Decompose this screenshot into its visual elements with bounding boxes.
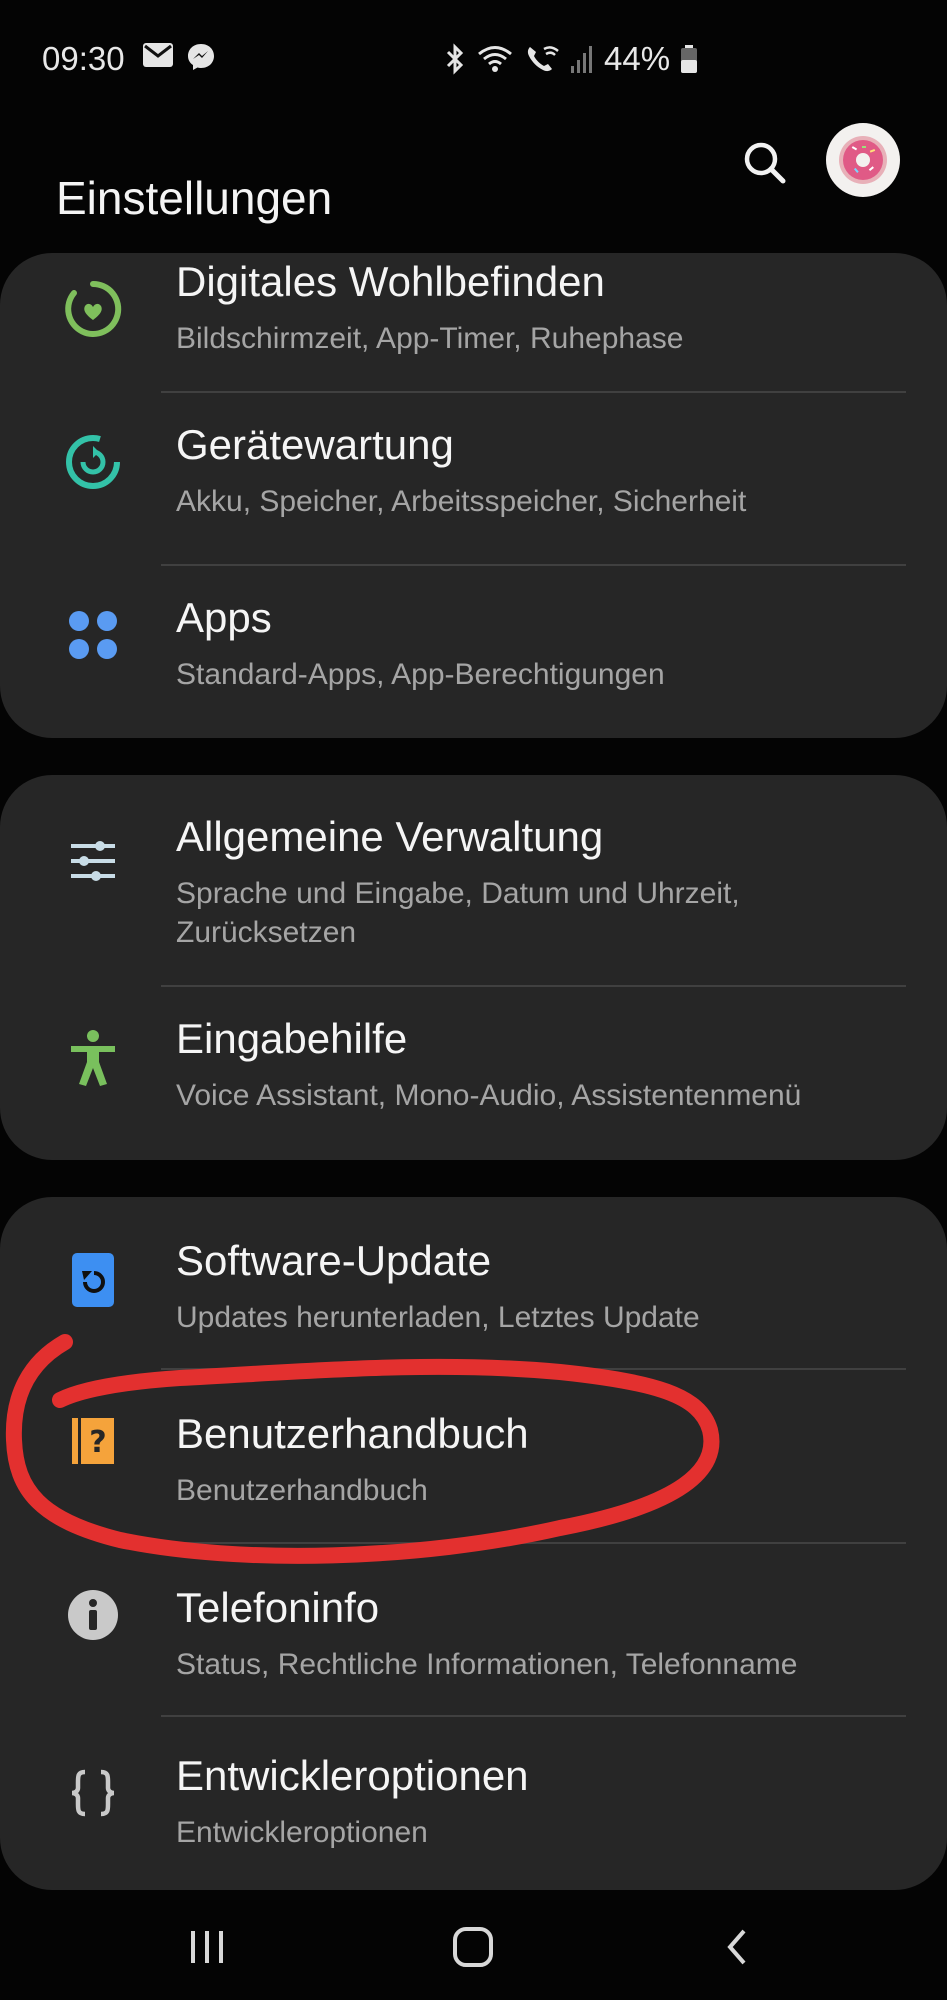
setting-user-manual[interactable]: ? Benutzerhandbuch Benutzerhandbuch (0, 1370, 947, 1544)
search-button[interactable] (740, 138, 790, 188)
settings-group-2: Allgemeine Verwaltung Sprache und Eingab… (0, 775, 947, 1160)
setting-digital-wellbeing[interactable]: Digitales Wohlbefinden Bildschirmzeit, A… (0, 253, 947, 393)
wifi-icon (478, 46, 512, 72)
accessibility-icon (62, 1027, 124, 1089)
notification-icons (142, 42, 216, 72)
avatar[interactable] (826, 123, 900, 197)
setting-title: Telefoninfo (176, 1584, 380, 1631)
sliders-icon (62, 830, 124, 892)
software-update-icon (62, 1249, 124, 1311)
donut-avatar-icon (839, 136, 887, 184)
developer-braces-icon (62, 1762, 124, 1824)
setting-phone-info[interactable]: Telefoninfo Status, Rechtliche Informati… (0, 1544, 947, 1717)
page-title: Einstellungen (56, 171, 333, 224)
device-care-icon (62, 431, 124, 493)
info-icon (62, 1584, 124, 1646)
setting-device-care[interactable]: Gerätewartung Akku, Speicher, Arbeitsspe… (0, 393, 947, 566)
setting-title: Digitales Wohlbefinden (176, 258, 605, 305)
setting-subtitle: Sprache und Eingabe, Datum und Uhrzeit, … (176, 877, 740, 949)
search-icon (744, 142, 786, 184)
status-bar: 09:30 44% (0, 0, 947, 118)
setting-title: Gerätewartung (176, 421, 454, 468)
messenger-icon (188, 44, 214, 70)
setting-apps[interactable]: Apps Standard-Apps, App-Berechtigungen (0, 566, 947, 738)
setting-subtitle: Standard-Apps, App-Berechtigungen (176, 658, 665, 691)
setting-general-management[interactable]: Allgemeine Verwaltung Sprache und Eingab… (0, 775, 947, 987)
signal-icon (571, 46, 592, 73)
status-right: 44% (444, 40, 698, 78)
battery-icon (681, 45, 698, 73)
setting-title: Benutzerhandbuch (176, 1410, 529, 1457)
mail-icon (143, 43, 173, 67)
setting-subtitle: Benutzerhandbuch (176, 1474, 428, 1507)
setting-software-update[interactable]: Software-Update Updates herunterladen, L… (0, 1197, 947, 1370)
svg-text:?: ? (89, 1425, 106, 1460)
navigation-bar (0, 1890, 947, 2000)
status-time: 09:30 (42, 40, 125, 77)
setting-title: Apps (176, 594, 272, 641)
settings-group-1: Digitales Wohlbefinden Bildschirmzeit, A… (0, 253, 947, 738)
setting-title: Entwickleroptionen (176, 1752, 529, 1799)
home-button[interactable] (438, 1912, 508, 1982)
setting-subtitle: Updates herunterladen, Letztes Update (176, 1301, 700, 1334)
setting-subtitle: Akku, Speicher, Arbeitsspeicher, Sicherh… (176, 485, 747, 518)
setting-title: Software-Update (176, 1237, 492, 1284)
back-button[interactable] (702, 1912, 772, 1982)
apps-icon (62, 604, 124, 666)
setting-subtitle: Entwickleroptionen (176, 1816, 428, 1849)
user-manual-icon: ? (62, 1410, 124, 1472)
setting-title: Eingabehilfe (176, 1015, 408, 1062)
setting-developer-options[interactable]: Entwickleroptionen Entwickleroptionen (0, 1717, 947, 1890)
setting-accessibility[interactable]: Eingabehilfe Voice Assistant, Mono-Audio… (0, 987, 947, 1160)
setting-subtitle: Status, Rechtliche Informationen, Telefo… (176, 1648, 798, 1681)
setting-title: Allgemeine Verwaltung (176, 813, 604, 860)
battery-percent: 44% (604, 40, 671, 77)
setting-subtitle: Bildschirmzeit, App-Timer, Ruhephase (176, 322, 684, 355)
recent-apps-button[interactable] (172, 1912, 242, 1982)
settings-group-3: Software-Update Updates herunterladen, L… (0, 1197, 947, 1890)
back-icon (727, 1929, 746, 1965)
setting-subtitle: Voice Assistant, Mono-Audio, Assistenten… (176, 1079, 802, 1112)
bluetooth-icon (446, 43, 464, 75)
recent-apps-icon (191, 1931, 223, 1963)
wifi-call-icon (527, 46, 559, 72)
digital-wellbeing-icon (62, 278, 124, 340)
home-icon (453, 1927, 493, 1967)
app-header: Einstellungen (0, 118, 947, 258)
